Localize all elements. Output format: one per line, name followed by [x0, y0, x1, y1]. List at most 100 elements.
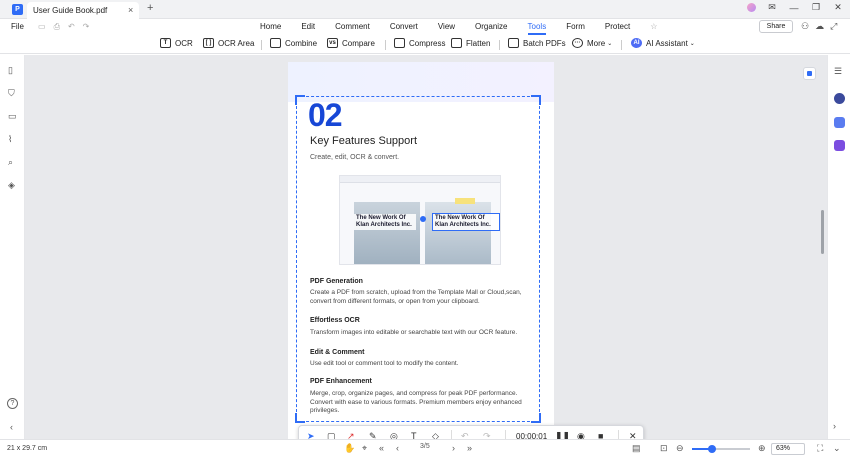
- tab-edit[interactable]: Edit: [301, 22, 315, 31]
- highlight-note: [455, 198, 475, 204]
- tab-home[interactable]: Home: [260, 22, 281, 31]
- page-tools-icon[interactable]: [803, 67, 816, 80]
- document-tab[interactable]: User Guide Book.pdf ×: [27, 2, 139, 19]
- settings-sliders-icon[interactable]: ☰: [834, 66, 842, 77]
- section-number: 02: [308, 97, 343, 133]
- flatten-button[interactable]: Flatten: [451, 38, 490, 48]
- next-page-icon[interactable]: ›: [452, 443, 455, 453]
- comment-icon[interactable]: ▭: [8, 111, 17, 122]
- document-tab-label: User Guide Book.pdf: [33, 6, 108, 15]
- zoom-in-icon[interactable]: ⊕: [758, 443, 766, 454]
- section-title: PDF Enhancement: [310, 378, 372, 385]
- help-icon[interactable]: ?: [7, 398, 18, 409]
- sparkle-icon[interactable]: ☆: [650, 22, 657, 31]
- ocr-button[interactable]: T OCR: [160, 38, 193, 48]
- compress-button[interactable]: Compress: [394, 38, 445, 48]
- file-menu[interactable]: File: [11, 22, 24, 31]
- zoom-out-icon[interactable]: ⊖: [676, 443, 684, 454]
- avatar[interactable]: [747, 3, 756, 12]
- page-thumbnail-icon[interactable]: ▯: [8, 65, 13, 76]
- collapse-left-icon[interactable]: ‹: [10, 422, 13, 432]
- zoom-level-field[interactable]: 63%: [771, 443, 805, 455]
- attachment-icon[interactable]: ⌇: [8, 134, 12, 145]
- chevron-down-icon: ⌄: [607, 40, 613, 47]
- hand-tool-icon[interactable]: ✋: [344, 443, 355, 454]
- expand-icon[interactable]: ⤢: [830, 21, 837, 32]
- menu-tabs: Home Edit Comment Convert View Organize …: [260, 22, 677, 35]
- selection-corner[interactable]: [295, 413, 305, 423]
- tools-toolbar: T OCR [ ] OCR Area Combine vs Compare Co…: [0, 36, 850, 54]
- zoom-slider[interactable]: [692, 445, 750, 453]
- minimize-icon[interactable]: —: [788, 3, 800, 13]
- proofread-icon[interactable]: [834, 140, 845, 151]
- tab-comment[interactable]: Comment: [335, 22, 370, 31]
- tab-tools[interactable]: Tools: [527, 22, 546, 35]
- select-tool-icon[interactable]: ⌖: [362, 443, 367, 454]
- toolbar-divider: [499, 40, 500, 50]
- batch-pdfs-button[interactable]: Batch PDFs: [508, 38, 566, 48]
- close-tab-icon[interactable]: ×: [128, 5, 133, 15]
- zoom-slider-handle[interactable]: [708, 445, 717, 453]
- fullscreen-icon[interactable]: ⛶: [817, 443, 823, 454]
- fit-icon[interactable]: ⊡: [660, 443, 668, 454]
- tab-organize[interactable]: Organize: [475, 22, 507, 31]
- tab-protect[interactable]: Protect: [605, 22, 630, 31]
- section-title: PDF Generation: [310, 278, 363, 285]
- more-button[interactable]: ··· More ⌄: [572, 38, 612, 48]
- search-icon[interactable]: ⌕: [8, 157, 13, 168]
- vertical-scrollbar[interactable]: [821, 210, 824, 254]
- tab-view[interactable]: View: [438, 22, 455, 31]
- new-tab-icon[interactable]: +: [147, 2, 153, 14]
- cloud-upload-icon[interactable]: ☁: [815, 21, 824, 32]
- page-size: 21 x 29.7 cm: [7, 445, 48, 452]
- ai-robot-icon[interactable]: [834, 93, 845, 104]
- collapse-right-icon[interactable]: ›: [833, 421, 836, 431]
- window-close-icon[interactable]: ✕: [832, 2, 844, 13]
- message-icon[interactable]: ✉: [766, 2, 778, 13]
- ai-assistant-label: AI Assistant: [646, 38, 688, 48]
- page-heading: Key Features Support: [310, 135, 418, 147]
- compare-label: Compare: [342, 38, 375, 48]
- section-body: Transform images into editable or search…: [310, 329, 518, 336]
- ai-assistant-icon: AI: [631, 38, 642, 48]
- print-icon[interactable]: ⎙: [54, 22, 60, 32]
- ocr-area-icon: [ ]: [203, 38, 214, 48]
- page-indicator[interactable]: 3/5: [420, 443, 430, 450]
- share-button[interactable]: Share: [759, 20, 793, 33]
- scroll-down-icon[interactable]: ⌄: [833, 443, 841, 454]
- tab-convert[interactable]: Convert: [390, 22, 418, 31]
- selection-corner[interactable]: [295, 95, 305, 105]
- menu-right-icons: ⚇ ☁ ⤢: [801, 21, 837, 32]
- section-title: Edit & Comment: [310, 349, 365, 356]
- title-bar: P User Guide Book.pdf × + ✉ — ❐ ✕: [0, 0, 850, 19]
- first-page-icon[interactable]: «: [379, 443, 384, 453]
- compare-button[interactable]: vs Compare: [327, 38, 375, 48]
- undo-icon[interactable]: ↶: [68, 22, 75, 32]
- screenshot-toolbar: [340, 176, 500, 183]
- app-logo-icon: P: [12, 4, 23, 15]
- compress-icon: [394, 38, 405, 48]
- bookmark-icon[interactable]: ⛉: [8, 88, 15, 99]
- page-layout-icon[interactable]: ▤: [632, 443, 641, 454]
- toolbar-divider: [621, 40, 622, 50]
- layers-icon[interactable]: ◈: [8, 180, 15, 191]
- feature-screenshot: The New Work Of Klan Architects Inc. The…: [339, 175, 501, 265]
- restore-icon[interactable]: ❐: [810, 2, 822, 13]
- save-icon[interactable]: ▭: [38, 22, 46, 32]
- redo-icon[interactable]: ↷: [83, 22, 90, 32]
- combine-button[interactable]: Combine: [270, 38, 317, 48]
- selection-corner[interactable]: [531, 413, 541, 423]
- tab-form[interactable]: Form: [566, 22, 585, 31]
- translate-icon[interactable]: [834, 117, 845, 128]
- last-page-icon[interactable]: »: [467, 443, 472, 453]
- batch-icon: [508, 38, 519, 48]
- selection-corner[interactable]: [531, 95, 541, 105]
- section-body: Merge, crop, organize pages, and compres…: [310, 390, 522, 414]
- ocr-area-button[interactable]: [ ] OCR Area: [203, 38, 254, 48]
- prev-page-icon[interactable]: ‹: [396, 443, 399, 453]
- right-sidebar: ☰: [827, 55, 850, 439]
- connect-icon[interactable]: ⚇: [801, 21, 809, 32]
- more-icon: ···: [572, 38, 583, 48]
- window-controls: ✉ — ❐ ✕: [747, 2, 844, 13]
- ai-assistant-button[interactable]: AI AI Assistant ⌄: [631, 38, 695, 48]
